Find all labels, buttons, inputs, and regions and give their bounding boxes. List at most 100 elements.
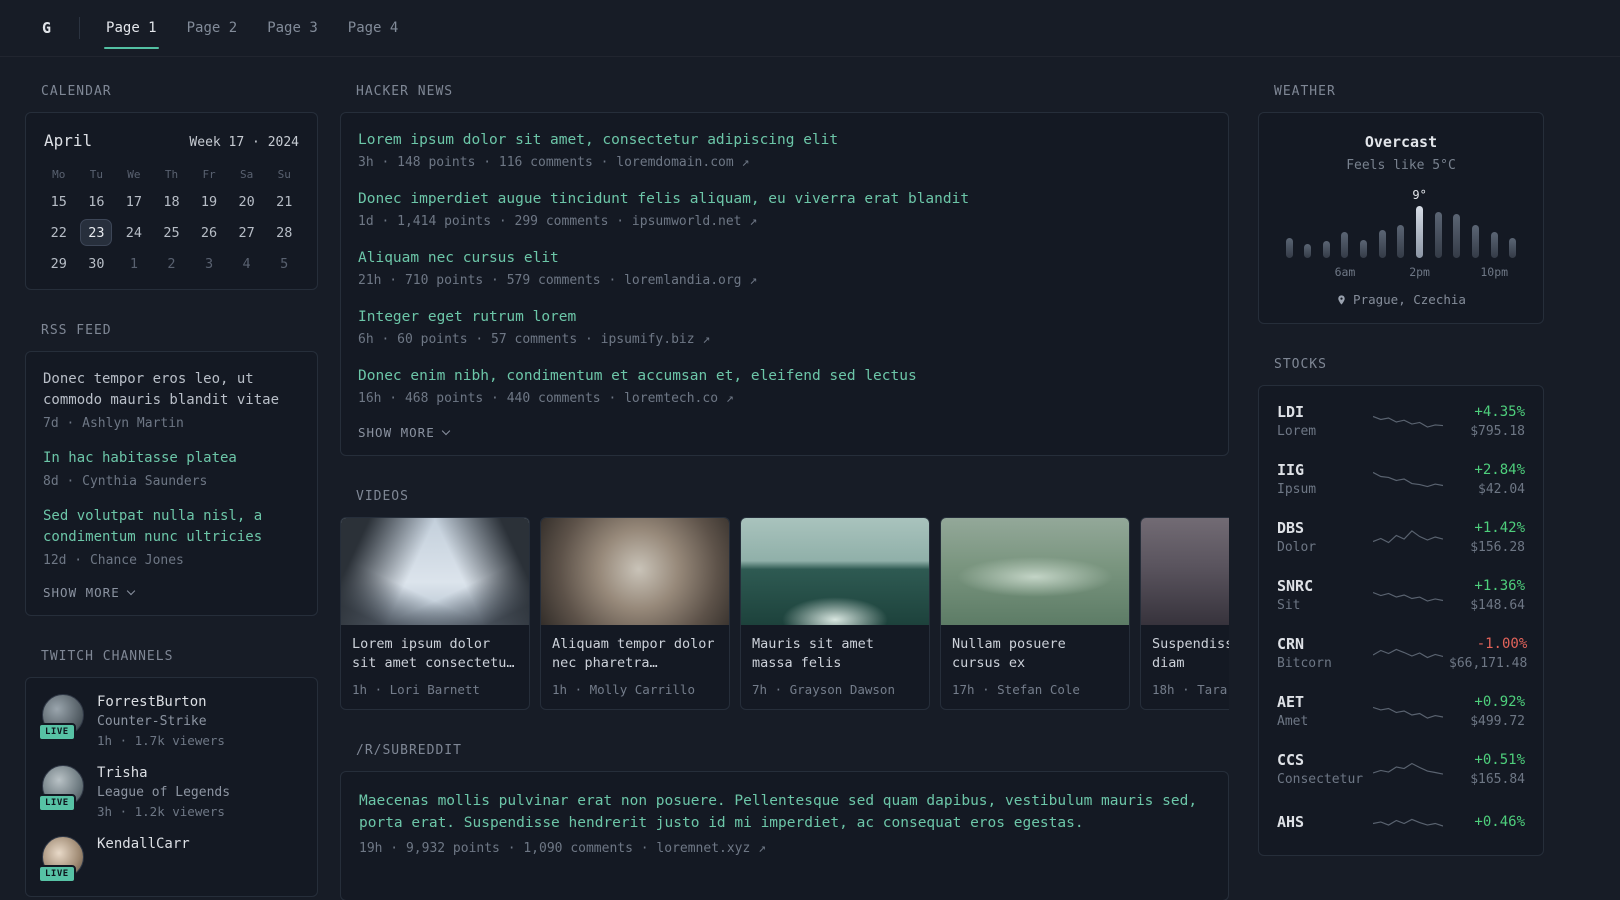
video-title[interactable]: Nullam posuere cursus ex [952,635,1118,673]
hn-item[interactable]: Donec imperdiet augue tincidunt felis al… [358,189,1211,229]
calendar-day[interactable]: 21 [265,186,303,217]
hn-show-more-button[interactable]: SHOW MORE [358,425,1211,440]
page-tab[interactable]: Page 3 [265,0,320,56]
stocks-section-label: STOCKS [1274,357,1327,372]
stock-identity: IIG Ipsum [1277,461,1367,497]
page-tab[interactable]: Page 1 [104,0,159,56]
page-tab[interactable]: Page 4 [346,0,401,56]
video-card[interactable]: Lorem ipsum dolor sit amet consectetu… 1… [340,517,530,710]
weather-bar [1490,232,1498,258]
stock-row[interactable]: IIG Ipsum +2.84% $42.04 [1277,450,1525,508]
header: G Page 1 Page 2 Page 3 Page 4 [0,0,1620,57]
hn-item[interactable]: Lorem ipsum dolor sit amet, consectetur … [358,130,1211,170]
calendar-day[interactable]: 22 [40,217,78,248]
channel-name[interactable]: KendallCarr [97,836,190,852]
weather-hour-column: 6am [1335,188,1355,280]
calendar-day[interactable]: 15 [40,186,78,217]
calendar-day-number: 22 [50,224,67,241]
hn-item[interactable]: Donec enim nibh, condimentum et accumsan… [358,366,1211,406]
twitch-widget: TWITCH CHANNELS LIVE ForrestBurton Count… [25,649,318,897]
calendar-day[interactable]: 24 [115,217,153,248]
rss-item-title[interactable]: In hac habitasse platea [43,448,300,469]
hn-item[interactable]: Aliquam nec cursus elit 21h · 710 points… [358,248,1211,288]
video-title[interactable]: Mauris sit amet massa felis [752,635,918,673]
calendar-day[interactable]: 1 [115,248,153,279]
calendar-day[interactable]: 30 [78,248,116,279]
twitch-channel[interactable]: LIVE KendallCarr [38,836,301,883]
live-badge: LIVE [38,794,76,812]
hn-item-title[interactable]: Donec imperdiet augue tincidunt felis al… [358,189,1211,209]
rss-item-title[interactable]: Sed volutpat nulla nisl, a condimentum n… [43,506,300,548]
weather-time-label: 2pm [1409,265,1430,279]
stock-change: +4.35% [1474,403,1525,420]
rss-item[interactable]: Sed volutpat nulla nisl, a condimentum n… [43,506,300,568]
calendar-day-number: 19 [200,193,218,210]
stock-row[interactable]: LDI Lorem +4.35% $795.18 [1277,392,1525,450]
calendar-day[interactable]: 25 [153,217,191,248]
video-title[interactable]: Suspendisse diam [1152,635,1229,673]
calendar-weekday-label: Th [164,167,179,181]
rss-item-title[interactable]: Donec tempor eros leo, ut commodo mauris… [43,369,300,411]
calendar-day[interactable]: 4 [228,248,266,279]
video-card-body: Aliquam tempor dolor nec pharetra… 1h · … [541,625,729,709]
video-card[interactable]: Suspendisse diam 18h · Tara [1140,517,1229,710]
twitch-channel[interactable]: LIVE Trisha League of Legends 3h · 1.2k … [38,765,301,819]
calendar-day[interactable]: 2 [153,248,191,279]
channel-name[interactable]: Trisha [97,765,230,781]
stock-values: +4.35% $795.18 [1470,404,1525,439]
calendar-day[interactable]: 23 [78,217,116,248]
stock-sparkline [1373,591,1443,602]
stocks-widget: STOCKS LDI Lorem +4.35% $795.18 IIG Ipsu… [1258,357,1544,856]
rss-item-meta: 7d · Ashlyn Martin [43,416,184,431]
rss-show-more-button[interactable]: SHOW MORE [43,585,300,600]
stock-row[interactable]: CRN Bitcorn -1.00% $66,171.48 [1277,624,1527,682]
calendar-day-number: 24 [125,224,143,241]
calendar-day-number: 25 [163,224,180,241]
twitch-channel[interactable]: LIVE ForrestBurton Counter-Strike 1h · 1… [38,694,301,748]
calendar-day[interactable]: 16 [78,186,116,217]
page-tab[interactable]: Page 2 [185,0,240,56]
stock-ticker: AHS [1277,813,1305,831]
video-title[interactable]: Aliquam tempor dolor nec pharetra… [552,635,718,673]
calendar-widget: CALENDAR April Week 17 · 2024 Mo Tu We Th Fr… [25,84,318,290]
stock-row[interactable]: AET Amet +0.92% $499.72 [1277,682,1525,740]
calendar-day[interactable]: 20 [228,186,266,217]
subreddit-post-title[interactable]: Maecenas mollis pulvinar erat non posuer… [359,790,1210,834]
calendar-day[interactable]: 26 [190,217,228,248]
hn-item-meta: 16h · 468 points · 440 comments · loremt… [358,391,734,406]
stock-row[interactable]: CCS Consectetur +0.51% $165.84 [1277,740,1525,798]
calendar-day[interactable]: 17 [115,186,153,217]
video-card[interactable]: Nullam posuere cursus ex 17h · Stefan Co… [940,517,1130,710]
video-card-body: Mauris sit amet massa felis 7h · Grayson… [741,625,929,709]
hn-item[interactable]: Integer eget rutrum lorem 6h · 60 points… [358,307,1211,347]
subreddit-post[interactable]: Maecenas mollis pulvinar erat non posuer… [359,790,1210,856]
hn-item-title[interactable]: Lorem ipsum dolor sit amet, consectetur … [358,130,1211,150]
hn-item-title[interactable]: Donec enim nibh, condimentum et accumsan… [358,366,1211,386]
calendar-day[interactable]: 5 [265,248,303,279]
hn-item-title[interactable]: Aliquam nec cursus elit [358,248,1211,268]
calendar-day[interactable]: 29 [40,248,78,279]
weather-hour-column: 9° 2pm [1409,188,1430,280]
calendar-day[interactable]: 3 [190,248,228,279]
stock-row[interactable]: DBS Dolor +1.42% $156.28 [1277,508,1525,566]
stock-values: +1.42% $156.28 [1470,520,1525,555]
weather-bar [1322,241,1330,258]
stock-row[interactable]: AHS +0.46% [1277,798,1525,849]
calendar-day-number: 18 [163,193,180,210]
video-title[interactable]: Lorem ipsum dolor sit amet consectetu… [352,635,518,673]
rss-item[interactable]: Donec tempor eros leo, ut commodo mauris… [43,369,300,431]
video-card[interactable]: Mauris sit amet massa felis 7h · Grayson… [740,517,930,710]
calendar-day[interactable]: 27 [228,217,266,248]
app-logo[interactable]: G [42,19,51,37]
stock-change: +0.46% [1474,813,1525,830]
stock-row[interactable]: SNRC Sit +1.36% $148.64 [1277,566,1525,624]
video-card[interactable]: Aliquam tempor dolor nec pharetra… 1h · … [540,517,730,710]
calendar-day[interactable]: 28 [265,217,303,248]
channel-name[interactable]: ForrestBurton [97,694,225,710]
calendar-day[interactable]: 18 [153,186,191,217]
calendar-day-number: 1 [129,255,138,272]
location-pin-icon [1338,294,1345,305]
calendar-day[interactable]: 19 [190,186,228,217]
hn-item-title[interactable]: Integer eget rutrum lorem [358,307,1211,327]
rss-item[interactable]: In hac habitasse platea 8d · Cynthia Sau… [43,448,300,489]
